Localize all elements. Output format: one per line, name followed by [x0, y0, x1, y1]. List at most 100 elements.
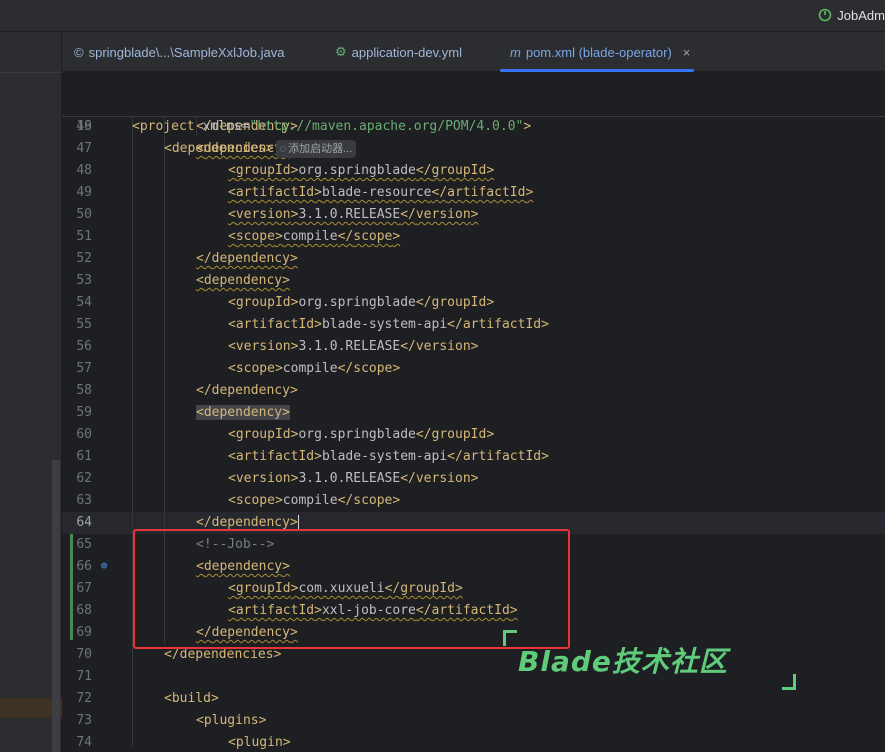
- xml-attr: xmlns: [202, 119, 242, 134]
- code-line[interactable]: 55 <artifactId>blade-system-api</artifact…: [62, 314, 885, 336]
- code-line[interactable]: 52 </dependency>: [62, 248, 885, 270]
- xml-tag: scope: [235, 361, 275, 376]
- code-editor[interactable]: 46</dependency>47<dependency>48<groupId>…: [62, 72, 885, 752]
- xml-tag: dependencies: [179, 647, 274, 662]
- line-number: 49: [76, 185, 92, 200]
- xml-tag: artifactId: [235, 185, 315, 200]
- code-line[interactable]: 58 </dependency>: [62, 380, 885, 402]
- xml-tag: project: [139, 119, 195, 134]
- line-number: 52: [76, 251, 92, 266]
- xml-tag: dependency: [211, 515, 290, 530]
- close-tab-icon[interactable]: ×: [683, 45, 691, 60]
- xml-tag: groupId: [431, 163, 487, 178]
- line-number: 63: [76, 493, 92, 508]
- line-number: 54: [76, 295, 92, 310]
- sticky-line-project[interactable]: 2 <project xmlns="http://maven.apache.or…: [62, 72, 885, 134]
- line-number: 71: [76, 669, 92, 684]
- code-line[interactable]: 53 <dependency>: [62, 270, 885, 292]
- xml-tag: artifactId: [447, 185, 526, 200]
- line-number: 51: [76, 229, 92, 244]
- code-line[interactable]: 72 <build>: [62, 688, 885, 710]
- xml-tag: scope: [235, 229, 275, 244]
- line-number: 60: [76, 427, 92, 442]
- code-line[interactable]: 54 <groupId>org.springblade</groupId>: [62, 292, 885, 314]
- tab-sample-xxl-job[interactable]: © springblade\...\SampleXxlJob.java: [74, 32, 284, 72]
- xml-attr-value: "http://maven.apache.org/POM/4.0.0": [249, 119, 524, 134]
- line-number: 58: [76, 383, 92, 398]
- code-line[interactable]: 57 <scope>compile</scope>: [62, 358, 885, 380]
- code-line[interactable]: 56 <version>3.1.0.RELEASE</version>: [62, 336, 885, 358]
- xml-tag: dependency: [211, 383, 290, 398]
- code-line[interactable]: 60 <groupId>org.springblade</groupId>: [62, 424, 885, 446]
- editor-tab-bar: © springblade\...\SampleXxlJob.java ⚙ ap…: [62, 32, 885, 72]
- xml-tag: artifactId: [235, 449, 315, 464]
- spring-starter-icon: ◌: [279, 142, 287, 155]
- vcs-change-marker[interactable]: [70, 534, 73, 640]
- xml-tag: plugins: [203, 713, 259, 728]
- xml-tag: artifactId: [462, 449, 542, 464]
- title-bar: JobAdm: [0, 0, 885, 32]
- xml-text: 3.1.0.RELEASE: [298, 207, 401, 222]
- xml-tag: version: [415, 207, 471, 222]
- xml-tag: dependencies: [171, 141, 266, 156]
- tab-label: springblade\...\SampleXxlJob.java: [88, 44, 285, 60]
- line-number: 70: [76, 647, 92, 662]
- code-line[interactable]: 50 <version>3.1.0.RELEASE</version>: [62, 204, 885, 226]
- tab-label: pom.xml (blade-operator): [525, 44, 672, 60]
- code-line[interactable]: 49 <artifactId>blade-resource</artifactId…: [62, 182, 885, 204]
- dependency-gutter-icon[interactable]: ⊚: [96, 557, 112, 573]
- line-number: 64: [76, 515, 92, 530]
- xml-text: 3.1.0.RELEASE: [298, 339, 401, 354]
- xml-tag: version: [235, 339, 291, 354]
- xml-text: compile: [282, 361, 338, 376]
- xml-tag: version: [415, 339, 471, 354]
- code-line[interactable]: 48 <groupId>org.springblade</groupId>: [62, 160, 885, 182]
- line-number: 65: [76, 537, 92, 552]
- xml-tag: version: [235, 207, 291, 222]
- xml-tag: groupId: [431, 295, 487, 310]
- line-number: 19: [76, 119, 92, 134]
- xml-tag: scope: [235, 493, 275, 508]
- xml-tag: scope: [353, 493, 393, 508]
- xml-tag: dependency: [203, 273, 283, 288]
- line-number: 50: [76, 207, 92, 222]
- line-number: 53: [76, 273, 92, 288]
- xml-tag: scope: [353, 229, 393, 244]
- xml-tag: dependency: [203, 405, 283, 420]
- xml-text: org.springblade: [298, 163, 416, 178]
- watermark: Blade技术社区: [518, 645, 728, 678]
- spring-yaml-icon: ⚙: [335, 44, 347, 59]
- project-panel: [0, 32, 62, 752]
- sticky-lines-divider: [62, 116, 885, 117]
- tab-application-dev-yml[interactable]: ⚙ application-dev.yml: [335, 32, 462, 72]
- sticky-line-dependencies[interactable]: 19 <dependencies> ◌ 添加启动器...: [62, 94, 885, 158]
- run-config-selector[interactable]: JobAdm: [817, 5, 885, 25]
- run-config-label: JobAdm: [837, 7, 885, 23]
- code-line[interactable]: 74 <plugin>: [62, 732, 885, 752]
- xml-text: org.springblade: [298, 295, 416, 310]
- xml-tag: plugin: [235, 735, 283, 750]
- code-line[interactable]: 51 <scope>compile</scope>: [62, 226, 885, 248]
- xml-tag: artifactId: [235, 317, 315, 332]
- line-number: 69: [76, 625, 92, 640]
- tab-pom-xml[interactable]: m pom.xml (blade-operator) ×: [500, 32, 695, 72]
- code-line[interactable]: 62 <version>3.1.0.RELEASE</version>: [62, 468, 885, 490]
- code-line[interactable]: 71: [62, 666, 885, 688]
- watermark-bracket-right: [782, 674, 796, 690]
- panel-scrollbar[interactable]: [52, 460, 60, 752]
- maven-icon: m: [510, 44, 521, 60]
- panel-divider: [0, 72, 62, 73]
- code-line[interactable]: 61 <artifactId>blade-system-api</artifact…: [62, 446, 885, 468]
- java-class-icon: ©: [74, 44, 84, 60]
- line-number: 61: [76, 449, 92, 464]
- spring-boot-icon: [818, 8, 832, 22]
- code-line[interactable]: 59 <dependency>: [62, 402, 885, 424]
- xml-tag: groupId: [431, 427, 487, 442]
- line-number: 56: [76, 339, 92, 354]
- code-line[interactable]: 73 <plugins>: [62, 710, 885, 732]
- xml-text: compile: [282, 493, 338, 508]
- line-number: 62: [76, 471, 92, 486]
- xml-tag: groupId: [235, 163, 291, 178]
- code-line[interactable]: 63 <scope>compile</scope>: [62, 490, 885, 512]
- add-starter-inlay[interactable]: ◌ 添加启动器...: [275, 139, 357, 158]
